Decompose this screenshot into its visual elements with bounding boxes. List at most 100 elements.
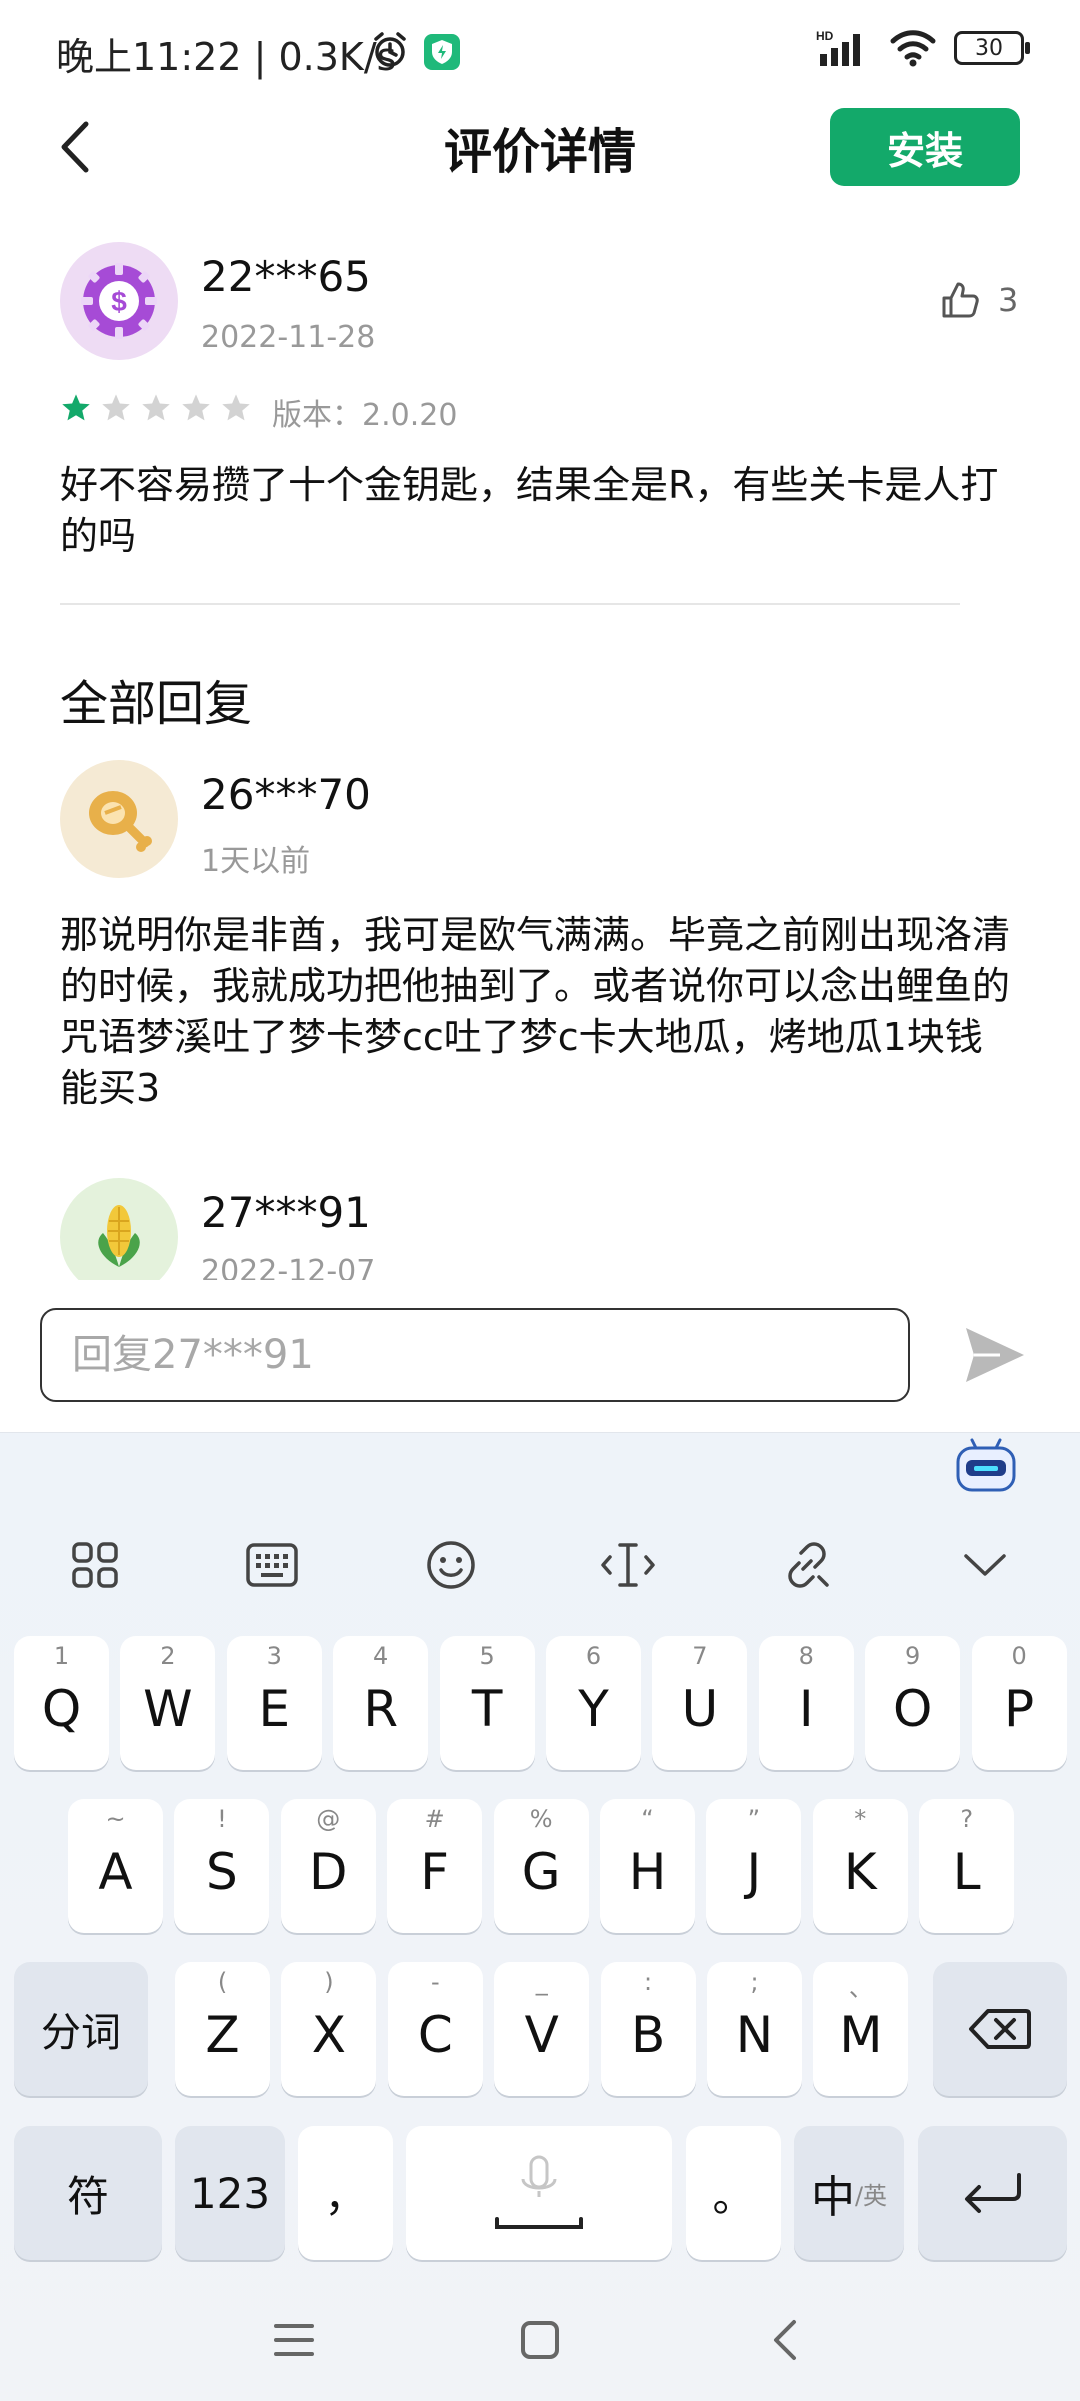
- divider: [60, 603, 960, 605]
- clipboard-button[interactable]: [772, 1530, 842, 1600]
- chicken-leg-icon: [89, 791, 152, 852]
- key-p[interactable]: 0P: [971, 1636, 1067, 1770]
- key-label: H: [628, 1843, 667, 1901]
- numbers-key[interactable]: 123: [175, 2126, 285, 2260]
- send-icon[interactable]: [960, 1320, 1030, 1390]
- backspace-key[interactable]: [933, 1962, 1067, 2096]
- comma-key-label: ，: [324, 2171, 367, 2221]
- key-hint: ;: [750, 1968, 759, 1996]
- key-label: A: [98, 1843, 133, 1901]
- keyboard-assistant-icon[interactable]: [954, 1438, 1018, 1494]
- reviewer-avatar[interactable]: $: [60, 242, 178, 360]
- star-empty-icon: [222, 394, 250, 421]
- emoji-button[interactable]: [416, 1530, 486, 1600]
- key-d[interactable]: @ D: [280, 1799, 376, 1933]
- key-l[interactable]: ? L: [919, 1799, 1015, 1933]
- key-label: C: [417, 2006, 453, 2064]
- emoji-icon: [427, 1541, 475, 1589]
- key-q[interactable]: 1Q: [14, 1636, 109, 1770]
- reply-input[interactable]: [42, 1310, 908, 1400]
- key-label: T: [471, 1680, 503, 1738]
- svg-text:HD: HD: [816, 29, 834, 43]
- key-t[interactable]: 5T: [439, 1636, 535, 1770]
- key-hint: 0: [1011, 1642, 1027, 1670]
- comma-key[interactable]: ，: [298, 2126, 393, 2260]
- key-c[interactable]: -C: [387, 1962, 483, 2096]
- key-h[interactable]: “H: [600, 1799, 695, 1933]
- key-y[interactable]: 6Y: [546, 1636, 641, 1770]
- key-label: U: [681, 1680, 719, 1738]
- key-hint: !: [217, 1805, 227, 1833]
- key-a[interactable]: ~ A: [68, 1799, 163, 1933]
- key-hint: :: [644, 1968, 653, 1996]
- key-hint: “: [641, 1805, 654, 1833]
- reply-username: 27***91: [201, 1188, 371, 1237]
- key-label: X: [311, 2006, 347, 2064]
- review-version: 版本：2.0.20: [272, 398, 458, 433]
- apps-grid-button[interactable]: [60, 1530, 130, 1600]
- reply-box[interactable]: [40, 1308, 910, 1402]
- collapse-keyboard-button[interactable]: [950, 1530, 1020, 1600]
- key-hint: 8: [798, 1642, 814, 1670]
- key-v[interactable]: _ V: [494, 1962, 590, 2096]
- reply-date: 1天以前: [201, 844, 311, 879]
- period-key[interactable]: 。: [686, 2126, 781, 2260]
- back-icon[interactable]: [766, 2318, 806, 2362]
- keyboard-switch-button[interactable]: [237, 1530, 307, 1600]
- like-button[interactable]: 3: [940, 280, 1018, 320]
- key-hint: 3: [266, 1642, 282, 1670]
- key-label: O: [893, 1680, 933, 1738]
- replies-list[interactable]: 26***70 1天以前 那说明你是非酋，我可是欧气满满。毕竟之前刚出现洛清的时…: [0, 740, 1080, 1280]
- key-label: I: [798, 1680, 814, 1738]
- key-g[interactable]: % G: [493, 1799, 589, 1933]
- replies-title: 全部回复: [60, 676, 253, 732]
- key-n[interactable]: ; N: [707, 1962, 802, 2096]
- period-key-label: 。: [712, 2171, 755, 2221]
- link-icon: [788, 1542, 829, 1588]
- key-w[interactable]: 2W: [120, 1636, 216, 1770]
- key-hint: %: [529, 1805, 553, 1833]
- security-app-icon: [424, 34, 460, 70]
- chevron-down-icon: [964, 1554, 1006, 1576]
- key-label: M: [839, 2006, 883, 2064]
- key-label: R: [363, 1680, 399, 1738]
- key-e[interactable]: 3E: [226, 1636, 322, 1770]
- reply-avatar[interactable]: [60, 760, 178, 878]
- symbols-key-label: 符: [66, 2171, 109, 2221]
- key-u[interactable]: 7U: [652, 1636, 748, 1770]
- key-j[interactable]: ” J: [706, 1799, 802, 1933]
- home-icon[interactable]: [518, 2318, 562, 2362]
- key-label: Z: [205, 2006, 240, 2064]
- wifi-icon: [890, 30, 936, 67]
- key-hint: ~: [105, 1805, 126, 1833]
- key-s[interactable]: ! S: [174, 1799, 270, 1933]
- segment-key[interactable]: 分词: [14, 1962, 148, 2096]
- install-button[interactable]: 安装: [830, 108, 1020, 186]
- space-key[interactable]: [406, 2126, 672, 2260]
- key-label: G: [521, 1843, 561, 1901]
- reviewer-name: 22***65: [201, 252, 371, 301]
- key-z[interactable]: (Z: [175, 1962, 270, 2096]
- enter-key[interactable]: [918, 2126, 1067, 2260]
- key-x[interactable]: ) X: [281, 1962, 377, 2096]
- key-k[interactable]: * K: [812, 1799, 908, 1933]
- review-text: 好不容易攒了十个金钥匙，结果全是R，有些关卡是人打的吗: [60, 463, 999, 558]
- cursor-button[interactable]: [593, 1530, 663, 1600]
- key-f[interactable]: # F: [387, 1799, 483, 1933]
- key-label: N: [735, 2006, 774, 2064]
- key-m[interactable]: 、 M: [813, 1962, 909, 2096]
- menu-icon[interactable]: [272, 2320, 316, 2360]
- language-key[interactable]: 中/英: [794, 2126, 904, 2260]
- battery-icon: 30: [954, 31, 1030, 65]
- reply-date: 2022-12-07: [201, 1254, 376, 1280]
- key-label: F: [420, 1843, 450, 1901]
- key-o[interactable]: 9O: [865, 1636, 961, 1770]
- segment-key-label: 分词: [41, 2010, 121, 2056]
- key-hint: ): [324, 1968, 334, 1996]
- symbols-key[interactable]: 符: [14, 2126, 162, 2260]
- key-i[interactable]: 8I: [758, 1636, 854, 1770]
- key-b[interactable]: :B: [600, 1962, 696, 2096]
- key-r[interactable]: 4R: [333, 1636, 429, 1770]
- reply-avatar[interactable]: [60, 1178, 178, 1280]
- backspace-icon: [969, 2009, 1031, 2049]
